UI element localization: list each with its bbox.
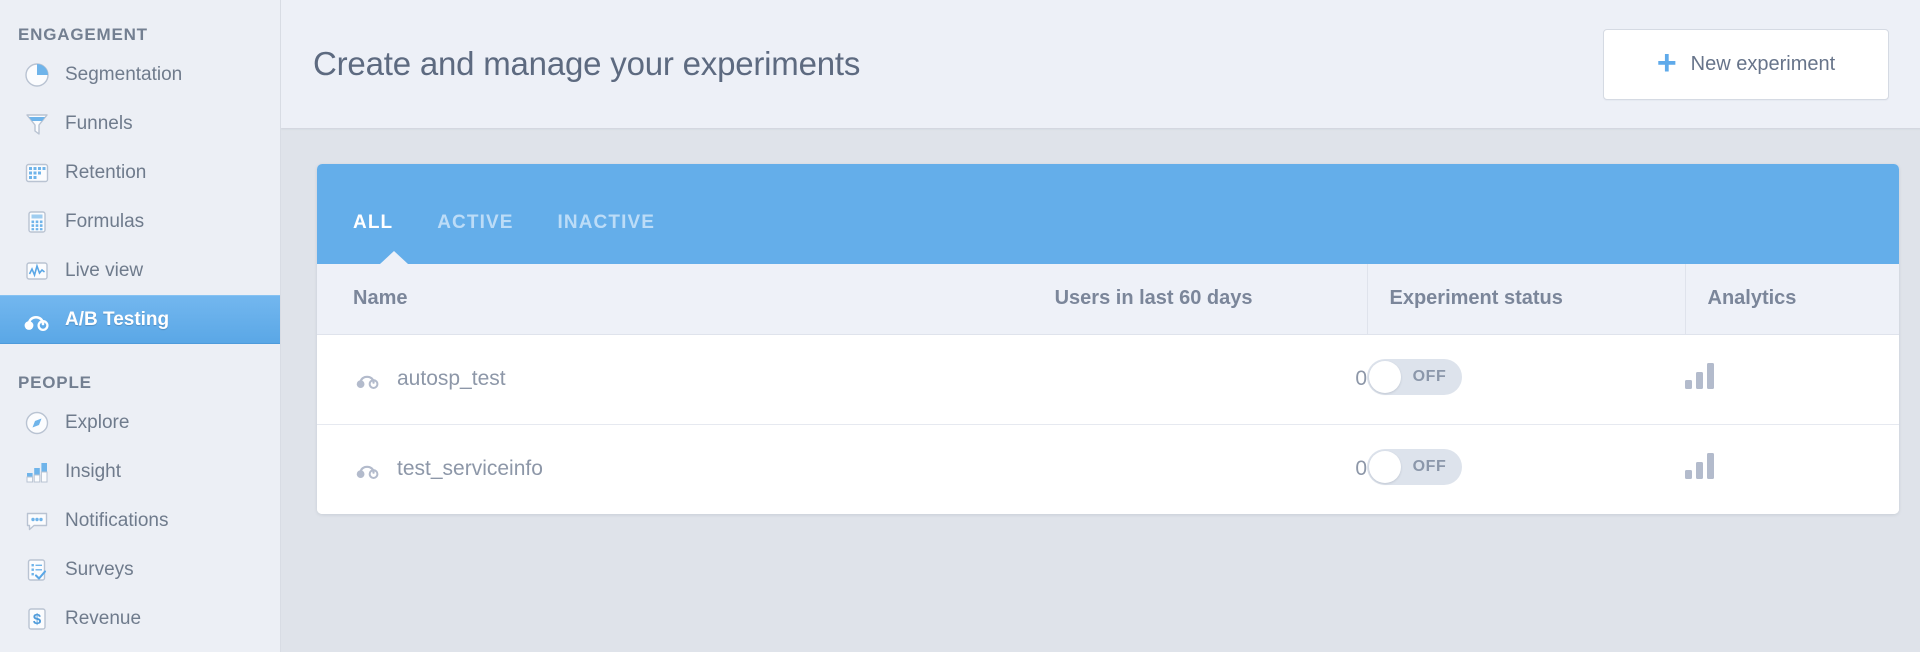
compass-icon [22,408,52,438]
bar-chart-icon [22,457,52,487]
table-head: Name Users in last 60 days Experiment st… [317,264,1899,335]
tab-bar: ALL ACTIVE INACTIVE [317,164,1899,264]
column-header-users[interactable]: Users in last 60 days [977,264,1367,335]
cell-analytics [1685,424,1899,514]
sidebar-item-label: Live view [65,259,144,281]
sidebar-item-insight[interactable]: Insight [0,447,280,496]
toggle-knob [1369,361,1401,393]
column-header-status[interactable]: Experiment status [1366,264,1685,335]
table-body: autosp_test 0 OFF test_serviceinfo 0 OFF [317,334,1899,514]
column-header-name[interactable]: Name [317,264,977,335]
sidebar: ENGAGEMENT Segmentation Funnels Retentio… [0,0,281,652]
table-header-row: Name Users in last 60 days Experiment st… [317,264,1899,335]
experiment-name[interactable]: test_serviceinfo [397,457,543,481]
table-row[interactable]: autosp_test 0 OFF [317,334,1899,425]
toggle-label: OFF [1412,368,1447,385]
plus-icon: + [1656,44,1677,82]
table-row[interactable]: test_serviceinfo 0 OFF [317,424,1899,514]
sidebar-item-notifications[interactable]: Notifications [0,496,280,545]
active-tab-pointer [380,251,408,264]
ab-test-icon [353,367,383,391]
sidebar-item-label: Segmentation [65,63,183,85]
toggle-label: OFF [1412,458,1447,476]
toggle-knob [1369,451,1401,484]
sidebar-group-engagement: ENGAGEMENT Segmentation Funnels Retentio… [0,20,280,344]
sidebar-item-ab-testing[interactable]: A/B Testing [0,295,280,344]
ab-test-icon [22,305,52,335]
sidebar-item-label: Formulas [65,210,145,232]
ab-test-icon [353,457,383,481]
sidebar-group-title-engagement: ENGAGEMENT [18,25,148,44]
sidebar-item-label: Insight [65,460,121,482]
analytics-bar-chart-icon[interactable] [1685,453,1714,480]
sidebar-item-explore[interactable]: Explore [0,398,280,447]
sidebar-item-label: Explore [65,411,130,433]
page-header: Create and manage your experiments + New… [281,0,1920,128]
cell-users: 0 [977,334,1367,425]
cell-name: autosp_test [317,334,977,425]
tab-inactive[interactable]: INACTIVE [558,212,655,264]
dollar-icon: $ [22,604,52,634]
sidebar-group-people: PEOPLE Explore Insight Notifications Sur… [0,368,280,643]
sidebar-item-label: Retention [65,161,147,183]
sidebar-item-label: Notifications [65,509,169,531]
sidebar-item-surveys[interactable]: Surveys [0,545,280,594]
cell-name: test_serviceinfo [317,424,977,514]
sidebar-item-funnels[interactable]: Funnels [0,99,280,148]
sidebar-group-title-people: PEOPLE [18,373,92,392]
analytics-bar-chart-icon[interactable] [1685,363,1714,389]
grid-icon [22,158,52,188]
tab-active[interactable]: ACTIVE [437,212,513,264]
experiments-table: Name Users in last 60 days Experiment st… [317,264,1899,514]
sidebar-item-label: Surveys [65,558,134,580]
funnel-icon [22,109,52,139]
sidebar-item-label: Funnels [65,112,133,134]
cell-status: OFF [1367,334,1685,425]
status-toggle[interactable]: OFF [1367,359,1462,395]
status-toggle[interactable]: OFF [1367,449,1462,486]
app-root: ENGAGEMENT Segmentation Funnels Retentio… [0,0,1920,652]
content-area: ALL ACTIVE INACTIVE Name Users in last 6… [281,128,1920,514]
new-experiment-label: New experiment [1690,52,1836,75]
calculator-icon [22,207,52,237]
experiments-card: ALL ACTIVE INACTIVE Name Users in last 6… [317,164,1899,514]
sidebar-item-label: A/B Testing [65,308,170,330]
sidebar-item-label: Revenue [65,607,142,629]
live-chart-icon [22,256,52,286]
sidebar-item-formulas[interactable]: Formulas [0,197,280,246]
speech-bubble-icon [22,506,52,536]
cell-users: 0 [977,424,1367,514]
sidebar-item-retention[interactable]: Retention [0,148,280,197]
sidebar-item-segmentation[interactable]: Segmentation [0,50,280,99]
cell-status: OFF [1367,424,1685,514]
clipboard-icon [22,555,52,585]
main-content: Create and manage your experiments + New… [281,0,1920,652]
cell-analytics [1685,334,1899,425]
experiment-name[interactable]: autosp_test [397,367,506,391]
new-experiment-button[interactable]: + New experiment [1603,28,1889,100]
pie-chart-icon [22,60,52,90]
sidebar-item-revenue[interactable]: $ Revenue [0,594,280,643]
page-title: Create and manage your experiments [313,45,861,82]
sidebar-item-live-view[interactable]: Live view [0,246,280,295]
svg-text:$: $ [33,611,42,628]
column-header-analytics[interactable]: Analytics [1684,264,1899,335]
